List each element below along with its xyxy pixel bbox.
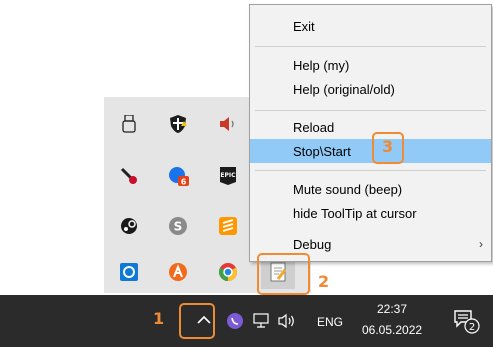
menu-item-stop-start[interactable]: Stop\Start [250,139,491,163]
menu-item-label: Debug [293,236,332,252]
svg-text:S: S [174,220,183,234]
menu-item-label: Help (my) [293,57,350,73]
chrome-canary-icon[interactable]: 6 [167,165,189,187]
network-icon[interactable] [252,311,272,331]
clock-date[interactable]: 06.05.2022 [362,323,422,337]
menu-item-label: Stop\Start [293,143,351,159]
menu-separator [255,170,486,171]
svg-text:2: 2 [469,322,475,333]
menu-separator [255,110,486,111]
menu-item-label: Mute sound (beep) [293,181,403,197]
callout-number-2: 2 [318,272,330,291]
speaker-icon[interactable] [276,311,298,331]
clock-time[interactable]: 22:37 [377,302,407,316]
menu-item-label: Exit [293,18,315,34]
usb-drive-icon[interactable] [118,113,140,135]
menu-item-reload[interactable]: Reload [250,115,491,139]
security-shield-icon[interactable] [167,113,189,135]
callout-number-1: 1 [153,309,165,328]
epic-games-icon[interactable]: EPIC [217,165,239,187]
menu-item-label: hide ToolTip at cursor [293,205,417,221]
viber-icon[interactable] [225,311,245,331]
pencil-app-icon[interactable] [118,165,140,187]
menu-item-label: Reload [293,119,335,135]
menu-item-label: Help (original/old) [293,81,395,97]
chrome-icon[interactable] [217,261,239,283]
menu-separator [255,46,486,47]
volume-mixer-icon[interactable] [217,113,239,135]
taskbar: ENG 22:37 06.05.2022 2 [0,295,493,347]
avast-icon[interactable] [167,261,189,283]
menu-item-exit[interactable]: Exit [250,14,491,38]
menu-item-help-my[interactable]: Help (my) [250,53,491,77]
submenu-arrow-icon: › [479,237,483,251]
notification-center-icon[interactable]: 2 [451,307,481,335]
sublime-icon[interactable] [217,215,239,237]
callout-number-3: 3 [382,137,394,156]
input-language[interactable]: ENG [317,315,343,329]
callout-box-2 [257,253,310,295]
menu-item-help-original[interactable]: Help (original/old) [250,77,491,101]
menu-item-hide-tooltip[interactable]: hide ToolTip at cursor [250,201,491,225]
context-menu: Exit Help (my) Help (original/old) Reloa… [249,4,492,262]
svg-text:6: 6 [181,178,187,187]
steam-icon[interactable] [118,215,140,237]
onedrive-icon[interactable] [118,261,140,283]
menu-item-mute-sound[interactable]: Mute sound (beep) [250,177,491,201]
svg-text:EPIC: EPIC [220,172,236,179]
callout-box-1 [179,303,215,339]
skype-icon[interactable]: S [167,215,189,237]
